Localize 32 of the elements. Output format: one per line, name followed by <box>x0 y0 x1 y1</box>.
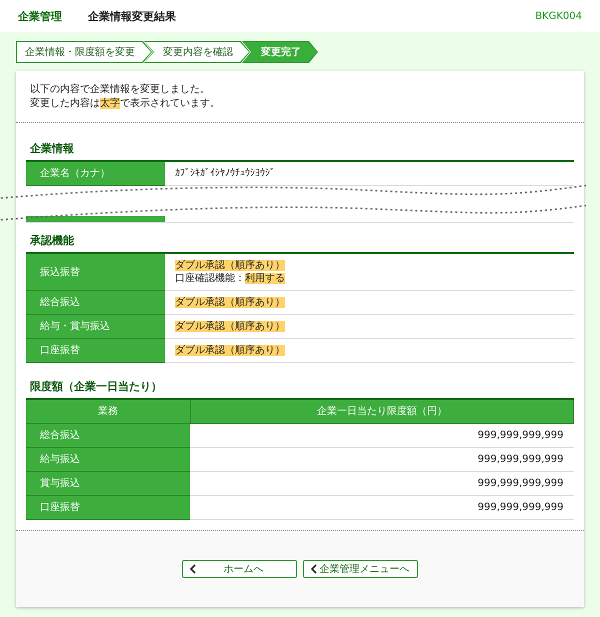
row-value: ダブル承認（順序あり） <box>165 314 574 338</box>
progress-step: 企業情報・限度額を変更 <box>16 41 152 63</box>
row-label: 振込振替 <box>26 253 165 290</box>
row-label: 給与・賞与振込 <box>26 314 165 338</box>
back-button[interactable]: ホームへ <box>182 560 297 578</box>
result-message: 以下の内容で企業情報を変更しました。 変更した内容は太字で表示されています。 <box>16 71 584 123</box>
row-value: ダブル承認（順序あり） <box>165 290 574 314</box>
row-label: 総合振込 <box>26 424 190 448</box>
row-label: 給与振込 <box>26 448 190 472</box>
section-title: 企業管理 <box>18 8 62 24</box>
column-header: 業務 <box>26 399 190 424</box>
row-value: ｶﾌﾞｼｷｶﾞｲｼﾔﾉｳﾁｭｳｼﾖｳｼﾞ <box>165 161 574 186</box>
row-label: 口座振替 <box>26 338 165 362</box>
back-button[interactable]: 企業管理メニューへ <box>303 560 418 578</box>
page-title: 企業情報変更結果 <box>88 8 176 24</box>
progress-step: 変更完了 <box>242 41 318 63</box>
amount-cell: 999,999,999,999 <box>190 472 574 496</box>
screen-id: BKGK004 <box>535 10 582 22</box>
row-label: 賞与振込 <box>26 472 190 496</box>
row-value: ダブル承認（順序あり） <box>165 338 574 362</box>
progress-step: 変更内容を確認 <box>144 41 250 63</box>
amount-cell: 999,999,999,999 <box>190 448 574 472</box>
row-label: 総合振込 <box>26 290 165 314</box>
row-label: 口座振替 <box>26 496 190 520</box>
section-heading: 限度額（企業一日当たり） <box>30 379 163 394</box>
section-heading: 承認機能 <box>30 233 75 248</box>
row-label: 企業名（カナ） <box>26 161 165 186</box>
amount-cell: 999,999,999,999 <box>190 496 574 520</box>
section-heading: 企業情報 <box>30 141 75 156</box>
amount-cell: 999,999,999,999 <box>190 424 574 448</box>
column-header: 企業一日当たり限度額（円） <box>190 399 574 424</box>
row-value: ダブル承認（順序あり） 口座確認機能：利用する <box>165 253 574 290</box>
